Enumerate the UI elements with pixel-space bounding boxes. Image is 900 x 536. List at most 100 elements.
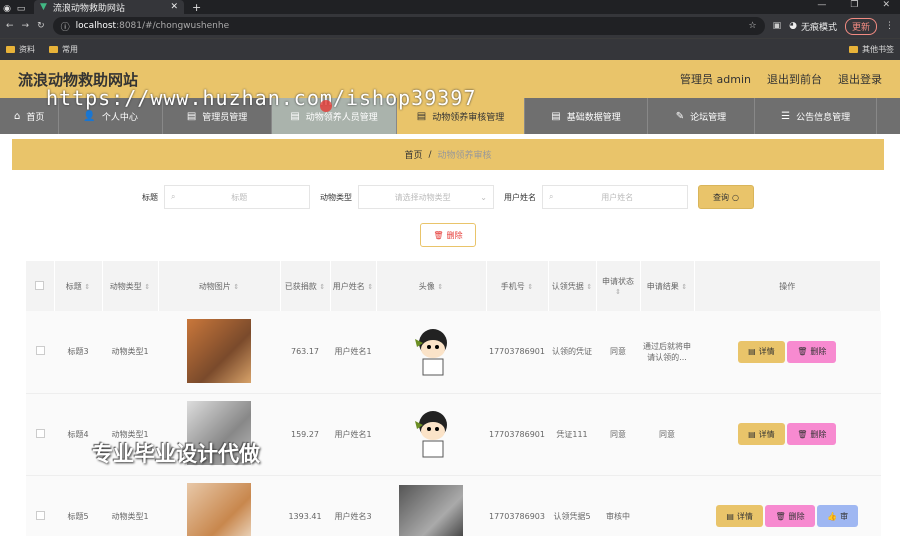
star-icon[interactable]: ☆ xyxy=(749,21,757,31)
home-icon: ⌂ xyxy=(14,110,21,122)
cell-money: 159.27 xyxy=(280,393,330,476)
cell-money: 1393.41 xyxy=(280,475,330,536)
nav-adoption-review[interactable]: ▤ 动物领养审核管理 xyxy=(396,98,526,134)
col-header[interactable]: 申请状态 ⇕ xyxy=(596,261,641,311)
col-header[interactable]: 手机号 ⇕ xyxy=(486,261,549,311)
cell-animal-photo xyxy=(158,311,280,394)
col-header[interactable]: 动物图片 ⇕ xyxy=(158,261,281,311)
nav-adopter[interactable]: ▤ 动物领养人员管理 xyxy=(272,98,397,134)
browser-tab[interactable]: ▼ 流浪动物救助网站 ✕ xyxy=(34,0,184,14)
url-path: :8081/#/chongwushenhe xyxy=(116,21,230,31)
cell-result: 通过后就将申请认领的... xyxy=(640,311,694,394)
other-bookmarks[interactable]: 其他书签 xyxy=(849,44,894,55)
url-field[interactable]: ⓘ localhost:8081/#/chongwushenhe ☆ xyxy=(52,17,765,35)
type-select[interactable]: 请选择动物类型 ⌄ xyxy=(358,185,494,209)
close-tab-icon[interactable]: ✕ xyxy=(170,2,178,12)
cell-result xyxy=(640,475,694,536)
menu-icon[interactable]: ⋮ xyxy=(885,21,894,31)
col-header[interactable]: 标题 ⇕ xyxy=(54,261,103,311)
search-bar: 标题 ⌕ 标题 动物类型 请选择动物类型 ⌄ 用户姓名 ⌕ 用户姓名 查询 ○ xyxy=(12,170,884,209)
title-label: 标题 xyxy=(142,192,158,202)
row-checkbox[interactable] xyxy=(35,510,45,520)
cell-avatar xyxy=(376,393,486,476)
cell-animal-photo xyxy=(158,393,280,476)
detail-button[interactable]: ▤ 详情 xyxy=(738,423,785,445)
col-header[interactable]: 认领凭据 ⇕ xyxy=(548,261,597,311)
bookmarks-bar: 资料 常用 其他书签 xyxy=(0,38,900,60)
user-input[interactable]: ⌕ 用户姓名 xyxy=(542,185,688,209)
folder-icon xyxy=(49,46,58,53)
row-checkbox[interactable] xyxy=(35,346,45,356)
cell-proof: 认领的凭证 xyxy=(548,311,596,394)
user-label: 用户姓名 xyxy=(504,192,536,202)
thumb-icon: 👍 xyxy=(827,511,838,521)
site-header: 流浪动物救助网站 管理员 admin 退出到前台 退出登录 xyxy=(0,60,900,98)
breadcrumb-home[interactable]: 首页 xyxy=(404,148,422,161)
adoption-table: 标题 ⇕ 动物类型 ⇕ 动物图片 ⇕ 已获捐款 ⇕ 用户姓名 ⇕ 头像 ⇕ 手机… xyxy=(26,261,881,536)
cell-title: 标题3 xyxy=(54,311,102,394)
batch-delete-button[interactable]: 🗑 删除 xyxy=(420,223,476,247)
nav-notice[interactable]: ☰ 公告信息管理 xyxy=(755,98,878,134)
search-icon: ○ xyxy=(732,192,739,202)
cell-phone: 17703786901 xyxy=(486,311,548,394)
bookmark-folder[interactable]: 常用 xyxy=(49,44,78,55)
sidepanel-icon[interactable]: ▣ xyxy=(773,21,782,31)
nav-label: 管理员管理 xyxy=(202,112,248,123)
cell-user: 用户姓名3 xyxy=(330,475,376,536)
bookmark-label: 资料 xyxy=(19,45,35,54)
title-input[interactable]: ⌕ 标题 xyxy=(164,185,310,209)
cell-title: 标题4 xyxy=(54,393,102,476)
minimize-icon[interactable]: — xyxy=(817,0,826,10)
select-all-checkbox[interactable] xyxy=(35,280,45,290)
bookmark-folder[interactable]: 资料 xyxy=(6,44,35,55)
reload-icon[interactable]: ↻ xyxy=(37,21,45,31)
trash-icon: 🗑 xyxy=(797,429,808,439)
table-row: 标题4 动物类型1 159.27 用户姓名1 17703786901 凭证111… xyxy=(26,393,881,476)
nav-forum[interactable]: ✎ 论坛管理 xyxy=(648,98,756,134)
col-header[interactable]: 头像 ⇕ xyxy=(376,261,487,311)
cell-avatar xyxy=(376,311,486,394)
chrome-icon[interactable]: ◉ xyxy=(0,4,14,14)
col-header[interactable]: 申请结果 ⇕ xyxy=(640,261,695,311)
animal-photo[interactable] xyxy=(187,401,251,465)
folder-icon xyxy=(6,46,15,53)
nav-home[interactable]: ⌂ 首页 xyxy=(0,98,60,134)
col-header[interactable]: 用户姓名 ⇕ xyxy=(330,261,377,311)
detail-button[interactable]: ▤ 详情 xyxy=(738,340,785,363)
avatar xyxy=(399,403,463,463)
query-label: 查询 xyxy=(713,192,729,202)
query-button[interactable]: 查询 ○ xyxy=(698,185,754,209)
animal-photo[interactable] xyxy=(187,483,251,536)
chevron-down-icon: ⌄ xyxy=(480,192,487,202)
delete-button[interactable]: 🗑 删除 xyxy=(765,505,815,527)
nav-admin[interactable]: ▤ 管理员管理 xyxy=(163,98,273,134)
logout-link[interactable]: 退出登录 xyxy=(838,71,882,87)
nav-base-data[interactable]: ▤ 基础数据管理 xyxy=(525,98,648,134)
detail-button[interactable]: ▤ 详情 xyxy=(716,505,763,527)
col-header[interactable]: 动物类型 ⇕ xyxy=(102,261,159,311)
col-header[interactable]: 已获捐款 ⇕ xyxy=(280,261,331,311)
review-button[interactable]: 👍 审 xyxy=(817,505,859,527)
delete-button[interactable]: 🗑 删除 xyxy=(787,423,837,445)
sort-icon: ⇕ xyxy=(84,282,91,291)
nav-profile[interactable]: 👤 个人中心 xyxy=(59,98,163,134)
back-to-front-link[interactable]: 退出到前台 xyxy=(767,71,822,87)
incognito-label: 无痕模式 xyxy=(800,22,837,33)
incognito-indicator[interactable]: ◕ 无痕模式 xyxy=(789,20,837,33)
animal-photo[interactable] xyxy=(187,318,251,383)
tab-overview-icon[interactable]: ▭ xyxy=(14,4,28,14)
cell-status: 同意 xyxy=(596,311,640,394)
admin-user: 管理员 admin xyxy=(680,73,751,86)
close-window-icon[interactable]: ✕ xyxy=(882,0,890,10)
site-title: 流浪动物救助网站 xyxy=(18,70,139,89)
new-tab-icon[interactable]: + xyxy=(192,1,201,14)
delete-button[interactable]: 🗑 删除 xyxy=(787,340,837,363)
cell-money: 763.17 xyxy=(280,311,330,394)
row-checkbox[interactable] xyxy=(35,428,45,438)
forward-icon[interactable]: → xyxy=(22,21,30,31)
maximize-icon[interactable]: ❐ xyxy=(850,0,858,10)
nav-label: 公告信息管理 xyxy=(796,112,851,123)
back-icon[interactable]: ← xyxy=(6,21,14,31)
update-button[interactable]: 更新 xyxy=(844,17,877,35)
avatar xyxy=(399,321,463,381)
